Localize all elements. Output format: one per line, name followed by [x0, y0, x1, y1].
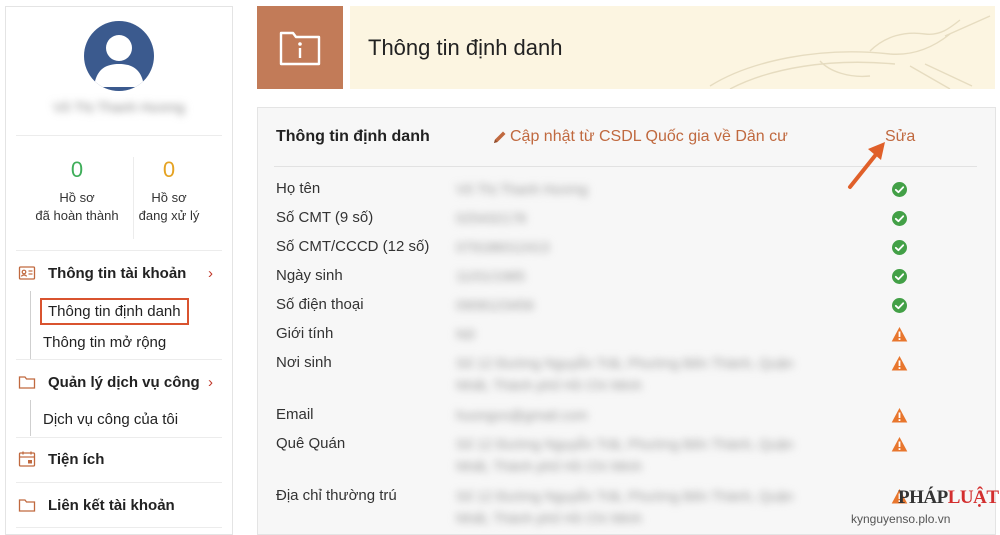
field-label: Số CMT (9 số): [276, 209, 374, 226]
sidebar-item-extended[interactable]: Thông tin mở rộng: [43, 330, 166, 356]
field-label: Số CMT/CCCD (12 số): [276, 238, 430, 255]
menu-utilities-label: Tiện ích: [48, 450, 105, 468]
menu-utilities[interactable]: Tiện ích: [6, 444, 232, 474]
field-value: Số 12 Đường Nguyễn Trãi, Phường Bến Thàn…: [456, 488, 794, 526]
stat-processing-count: 0: [162, 157, 176, 182]
divider: [16, 359, 222, 360]
menu-services[interactable]: Quản lý dịch vụ công ›: [6, 367, 232, 397]
tree-line: [30, 400, 31, 436]
sidebar: Võ Thị Thanh Hương 0 Hồ sơ đã hoàn thành…: [5, 6, 233, 535]
warning-triangle-icon: [891, 408, 908, 423]
menu-link-account[interactable]: Liên kết tài khoản: [6, 490, 232, 520]
sidebar-item-identity[interactable]: Thông tin định danh: [40, 298, 189, 325]
divider: [16, 135, 222, 136]
warning-triangle-icon: [891, 437, 908, 452]
check-circle-icon: [892, 269, 907, 284]
folder-icon: [18, 376, 36, 389]
check-circle-icon: [892, 240, 907, 255]
check-circle-icon: [892, 298, 907, 313]
folder-icon: [18, 499, 36, 512]
menu-account[interactable]: Thông tin tài khoản ›: [6, 258, 232, 288]
field-label: Họ tên: [276, 180, 321, 197]
chevron-right-icon: ›: [208, 264, 213, 282]
field-label: Địa chỉ thường trú: [276, 487, 397, 504]
watermark-url: kynguyenso.plo.vn: [851, 512, 951, 526]
update-from-national-db-link[interactable]: Cập nhật từ CSDL Quốc gia về Dân cư: [492, 128, 788, 146]
stat-processing: 0 Hồ sơ đang xử lý: [114, 157, 224, 225]
field-label: Số điện thoại: [276, 296, 364, 313]
header-icon-box: [257, 6, 343, 89]
calendar-icon: [18, 451, 36, 467]
header-banner: Thông tin định danh: [350, 6, 995, 89]
menu-account-label: Thông tin tài khoản: [48, 264, 187, 282]
tree-line: [30, 291, 31, 359]
field-value: 0908123456: [456, 297, 534, 313]
field-value: 025432178: [456, 210, 527, 226]
chevron-right-icon: ›: [208, 373, 213, 391]
update-link-label: Cập nhật từ CSDL Quốc gia về Dân cư: [510, 128, 788, 145]
panel-title: Thông tin định danh: [276, 128, 430, 145]
field-value: Số 12 Đường Nguyễn Trãi, Phường Bến Thàn…: [456, 355, 794, 393]
sidebar-item-my-services[interactable]: Dịch vụ công của tôi: [43, 407, 178, 433]
field-value: huongvo@gmail.com: [456, 407, 588, 423]
avatar[interactable]: [84, 21, 154, 91]
stat-processing-label: Hồ sơ đang xử lý: [138, 190, 200, 223]
warning-triangle-icon: [891, 356, 908, 371]
page-title: Thông tin định danh: [368, 35, 563, 60]
divider: [16, 437, 222, 438]
divider: [16, 527, 222, 528]
id-card-icon: [18, 266, 36, 280]
field-label: Ngày sinh: [276, 267, 343, 284]
field-label: Quê Quán: [276, 435, 346, 452]
user-name: Võ Thị Thanh Hương: [53, 99, 185, 115]
annotation-arrow-icon: [848, 142, 885, 189]
field-label: Nơi sinh: [276, 354, 332, 371]
field-value: Võ Thị Thanh Hương: [456, 181, 588, 197]
warning-triangle-icon: [891, 327, 908, 342]
field-value: Nữ: [456, 326, 476, 342]
divider: [16, 250, 222, 251]
menu-link-account-label: Liên kết tài khoản: [48, 496, 175, 514]
watermark-logo: PHÁPLUẬT: [898, 487, 999, 508]
check-circle-icon: [892, 211, 907, 226]
user-silhouette-icon: [94, 35, 144, 87]
divider: [16, 482, 222, 483]
folder-info-icon: [279, 31, 321, 66]
field-value: 11/01/1985: [456, 268, 526, 284]
field-value: 079186012413: [456, 239, 550, 255]
field-label: Giới tính: [276, 325, 334, 342]
menu-services-label: Quản lý dịch vụ công: [48, 373, 200, 391]
check-circle-icon: [892, 182, 907, 197]
field-label: Email: [276, 406, 314, 423]
field-value: Số 12 Đường Nguyễn Trãi, Phường Bến Thàn…: [456, 436, 794, 474]
pencil-icon: [494, 131, 506, 143]
